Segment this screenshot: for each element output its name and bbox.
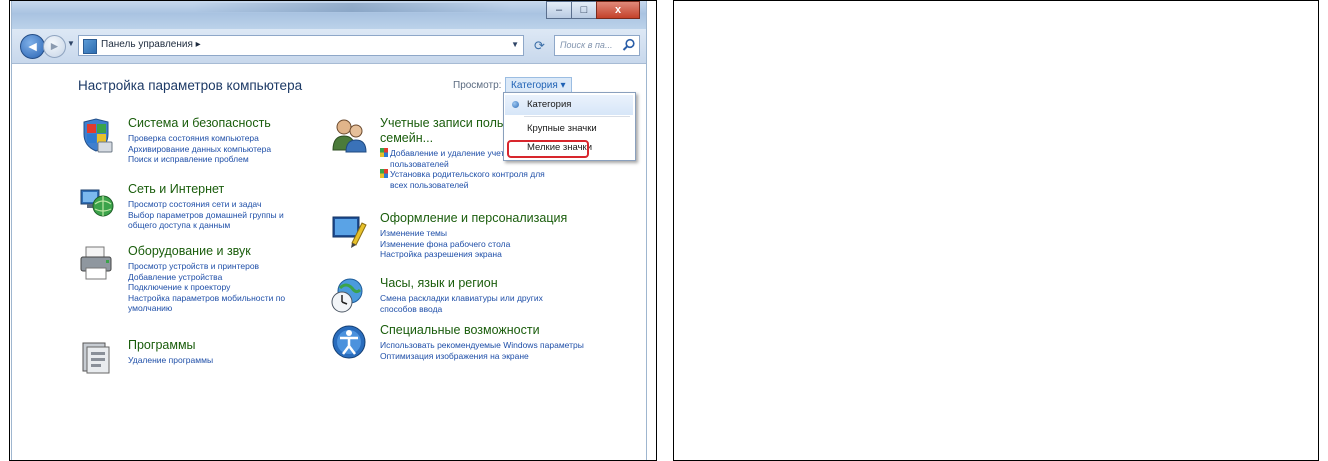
close-button[interactable]: x (596, 1, 640, 19)
menu-item-category[interactable]: Категория (505, 95, 633, 115)
category-link[interactable]: способов ввода (380, 304, 543, 315)
category-link[interactable]: Просмотр устройств и принтеров (128, 261, 285, 272)
category-link[interactable]: Проверка состояния компьютера (128, 133, 271, 144)
category-title[interactable]: Часы, язык и регион (380, 276, 498, 290)
category-link[interactable]: Добавление устройства (128, 272, 285, 283)
control-panel-window: – □ x ◄ ► ▼ Панель управления ▸ ▼ ⟳ Поис… (11, 1, 647, 460)
address-toolbar: ◄ ► ▼ Панель управления ▸ ▼ ⟳ Поиск в па… (12, 29, 646, 64)
clock-globe-icon[interactable] (330, 276, 368, 314)
category-link[interactable]: всех пользователей (380, 180, 554, 191)
address-breadcrumb[interactable]: Панель управления ▸ (101, 39, 201, 50)
menu-item-large-icons[interactable]: Крупные значки (505, 119, 633, 139)
search-input[interactable]: Поиск в па... (554, 35, 640, 56)
maximize-button[interactable]: □ (571, 1, 597, 19)
category-title-continued[interactable]: семейн... (380, 131, 433, 145)
minimize-button[interactable]: – (546, 1, 572, 19)
category-title[interactable]: Система и безопасность (128, 116, 271, 130)
category-link[interactable]: Изменение темы (380, 228, 510, 239)
refresh-icon[interactable]: ⟳ (530, 35, 549, 56)
view-by-label: Просмотр: (453, 80, 502, 91)
appearance-icon[interactable] (330, 211, 368, 249)
category-link[interactable]: Архивирование данных компьютера (128, 144, 271, 155)
back-button[interactable]: ◄ (20, 34, 45, 59)
users-icon[interactable] (330, 116, 368, 154)
caption-buttons: – □ x (546, 1, 640, 20)
category-link[interactable]: Оптимизация изображения на экране (380, 351, 584, 362)
category-title[interactable]: Программы (128, 338, 196, 352)
category-title[interactable]: Оформление и персонализация (380, 211, 567, 225)
red-highlight-box (507, 140, 589, 158)
printer-icon[interactable] (78, 244, 116, 282)
category-link[interactable]: Использовать рекомендуемые Windows парам… (380, 340, 584, 351)
category-title[interactable]: Специальные возможности (380, 323, 540, 337)
control-panel-icon (83, 39, 97, 54)
search-icon[interactable] (622, 38, 636, 52)
uac-shield-icon (380, 169, 388, 178)
category-link[interactable]: Настройка разрешения экрана (380, 249, 510, 260)
forward-button[interactable]: ► (43, 35, 66, 58)
title-bar-glare (192, 3, 512, 12)
recent-pages-dropdown-icon[interactable]: ▼ (67, 39, 75, 48)
network-globe-icon[interactable] (78, 182, 116, 220)
address-dropdown-icon[interactable]: ▼ (511, 40, 519, 49)
selected-bullet-icon (512, 101, 519, 108)
category-link[interactable]: Смена раскладки клавиатуры или других (380, 293, 543, 304)
category-link[interactable]: Изменение фона рабочего стола (380, 239, 510, 250)
title-bar[interactable]: – □ x (12, 1, 646, 29)
category-link[interactable]: Подключение к проектору (128, 282, 285, 293)
category-title[interactable]: Оборудование и звук (128, 244, 251, 258)
category-link[interactable]: Настройка параметров мобильности по (128, 293, 285, 304)
category-link[interactable]: общего доступа к данным (128, 220, 284, 231)
category-link[interactable]: Выбор параметров домашней группы и (128, 210, 284, 221)
menu-separator (524, 116, 630, 117)
shield-flag-icon[interactable] (78, 116, 116, 154)
uac-shield-icon (380, 148, 388, 157)
search-placeholder: Поиск в па... (560, 40, 613, 50)
right-panel-empty (673, 0, 1319, 461)
accessibility-icon[interactable] (330, 323, 368, 361)
address-bar[interactable]: Панель управления ▸ ▼ (78, 35, 524, 56)
category-title[interactable]: Сеть и Интернет (128, 182, 224, 196)
programs-icon[interactable] (78, 338, 116, 376)
category-link[interactable]: Просмотр состояния сети и задач (128, 199, 284, 210)
page-title: Настройка параметров компьютера (78, 78, 303, 93)
category-link[interactable]: умолчанию (128, 303, 285, 314)
category-link[interactable]: Установка родительского контроля для (380, 169, 554, 180)
category-link[interactable]: Поиск и исправление проблем (128, 154, 271, 165)
category-link[interactable]: Удаление программы (128, 355, 213, 366)
